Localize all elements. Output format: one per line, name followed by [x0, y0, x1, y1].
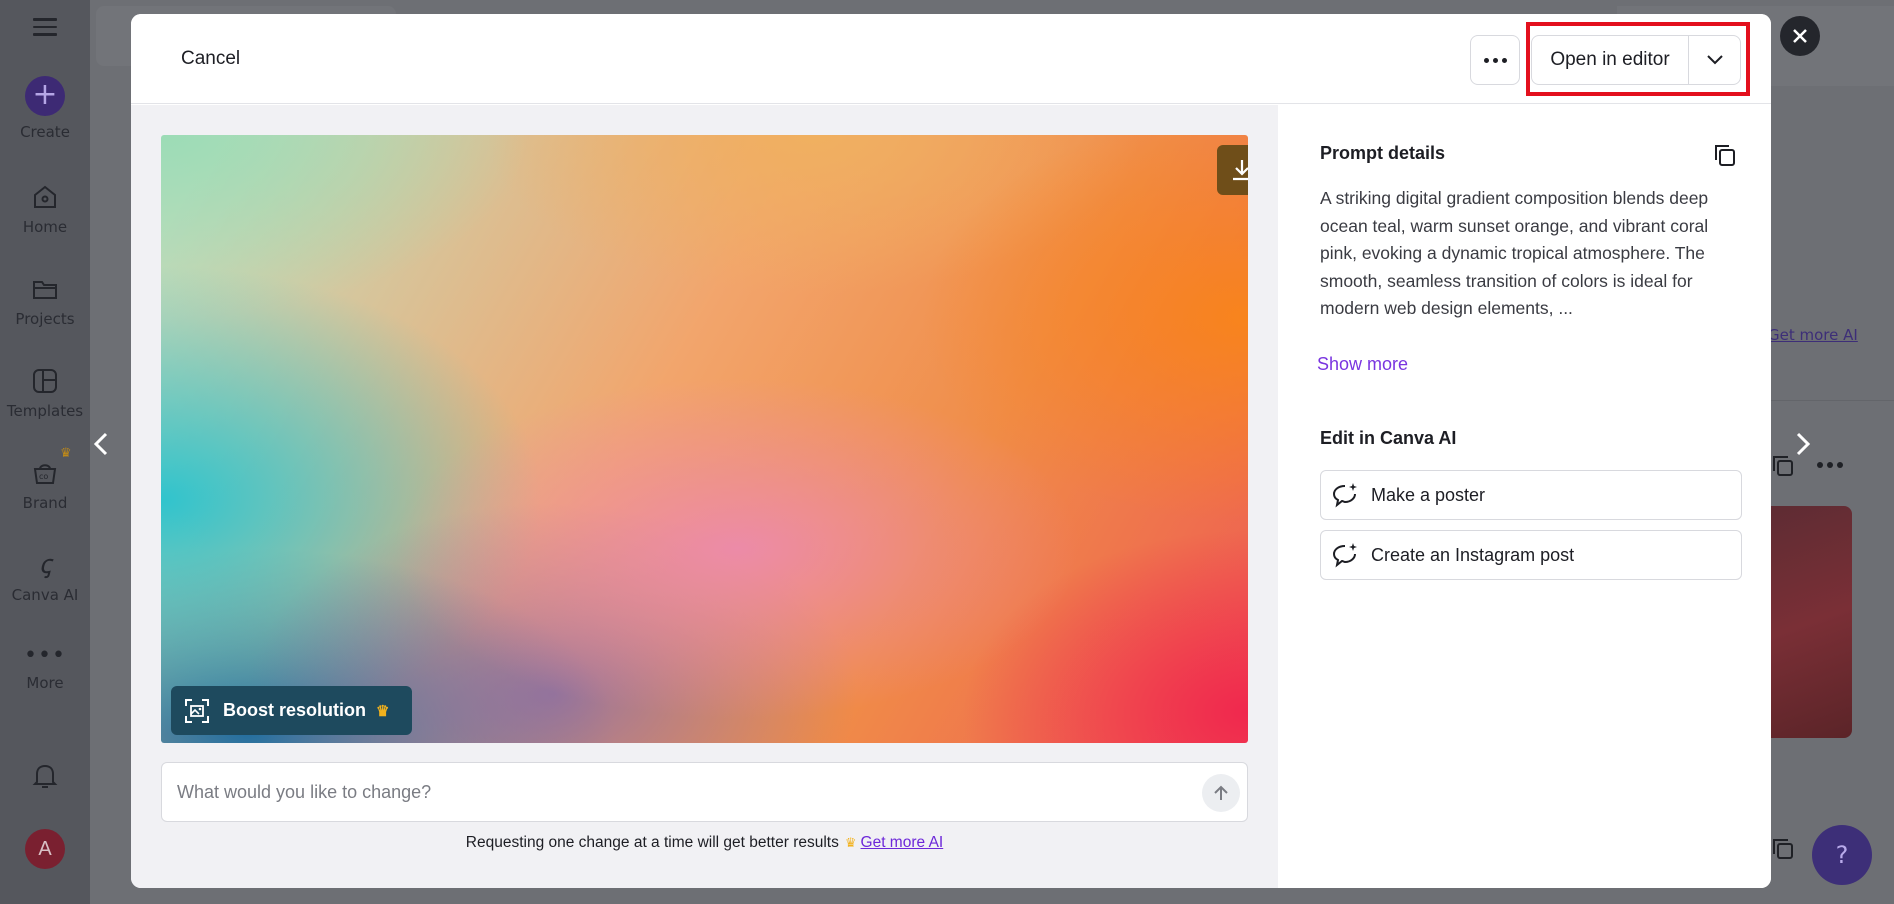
action-label: Create an Instagram post	[1371, 544, 1575, 565]
create-instagram-post-button[interactable]: Create an Instagram post	[1320, 530, 1742, 580]
boost-resolution-label: Boost resolution	[223, 700, 366, 720]
crown-icon: ♛	[844, 835, 857, 850]
chat-sparkle-icon	[1332, 483, 1357, 508]
help-label: ?	[1835, 841, 1849, 869]
copy-icon[interactable]	[1711, 141, 1739, 169]
details-pane: Prompt details A striking digital gradie…	[1278, 105, 1771, 888]
sidebar-item-canva-ai[interactable]: ꞔ Canva AI	[0, 550, 90, 604]
sidebar-item-label: More	[26, 674, 64, 692]
more-options-button[interactable]	[1470, 35, 1520, 85]
sidebar-item-home[interactable]: Home	[0, 182, 90, 236]
sidebar-item-label: Create	[20, 123, 70, 141]
sidebar-item-brand[interactable]: co Brand ♛	[0, 446, 90, 512]
hint-text: Requesting one change at a time will get…	[465, 834, 839, 851]
edit-in-canva-ai-title: Edit in Canva AI	[1320, 428, 1457, 448]
chat-sparkle-icon	[1332, 543, 1357, 568]
generated-image: Boost resolution ♛	[161, 135, 1248, 743]
download-icon	[1233, 160, 1248, 181]
action-label: Make a poster	[1371, 484, 1486, 505]
sidebar-item-label: Home	[22, 218, 68, 236]
sidebar-item-label: Brand	[22, 494, 68, 512]
sidebar-item-label: Projects	[15, 310, 75, 328]
chevron-right-icon[interactable]	[1786, 428, 1818, 460]
change-request-box	[161, 762, 1248, 822]
folder-icon	[33, 281, 57, 299]
canva-ai-icon: ꞔ	[38, 550, 52, 580]
show-more-link[interactable]: Show more	[1317, 354, 1408, 375]
sidebar-item-create[interactable]: + Create	[0, 76, 90, 141]
close-icon	[1793, 29, 1807, 43]
crown-icon: ♛	[376, 702, 390, 720]
send-button[interactable]	[1202, 774, 1240, 812]
svg-text:co: co	[39, 472, 48, 481]
modal-header: Cancel Open in editor	[131, 14, 1771, 104]
download-button[interactable]	[1217, 145, 1248, 195]
crown-icon: ♛	[60, 446, 72, 461]
menu-icon[interactable]	[33, 18, 57, 38]
bell-icon[interactable]	[29, 760, 61, 792]
help-button[interactable]: ?	[1812, 825, 1872, 885]
prompt-text: A striking digital gradient composition …	[1320, 188, 1709, 318]
templates-icon	[33, 369, 57, 393]
brand-icon: co	[33, 464, 57, 484]
copy-icon[interactable]	[1770, 836, 1796, 862]
chevron-left-icon[interactable]	[86, 428, 118, 460]
get-more-ai-link-background[interactable]: Get more AI	[1768, 326, 1858, 344]
prompt-details-title: Prompt details	[1320, 143, 1446, 163]
sidebar-item-more[interactable]: ••• More	[0, 643, 90, 693]
avatar[interactable]: A	[25, 829, 65, 869]
boost-resolution-button[interactable]: Boost resolution ♛	[171, 686, 412, 735]
cancel-button[interactable]: Cancel	[181, 48, 240, 70]
image-preview-modal: Cancel Open in editor Boost resolution ♛	[131, 14, 1771, 888]
avatar-letter: A	[38, 838, 52, 860]
sidebar-item-label: Canva AI	[11, 586, 79, 604]
sidebar-item-projects[interactable]: Projects	[0, 274, 90, 328]
plus-icon: +	[25, 76, 65, 116]
highlight-box	[1526, 22, 1750, 96]
more-dots-icon: •••	[24, 643, 66, 668]
sidebar-item-label: Templates	[6, 402, 84, 420]
sidebar: + Create Home Projects Templates co Bran…	[0, 0, 90, 904]
sidebar-item-templates[interactable]: Templates	[0, 366, 90, 420]
make-poster-button[interactable]: Make a poster	[1320, 470, 1742, 520]
more-dots-icon	[1483, 57, 1489, 63]
background-thumbnail	[1768, 506, 1852, 738]
get-more-ai-link[interactable]: Get more AI	[861, 834, 944, 851]
more-dots-icon[interactable]	[1816, 460, 1844, 470]
close-button[interactable]	[1780, 16, 1820, 56]
preview-pane: Boost resolution ♛ Requesting one change…	[131, 105, 1278, 888]
hint-line: Requesting one change at a time will get…	[131, 834, 1278, 852]
change-request-input[interactable]	[177, 763, 1177, 821]
home-icon	[34, 185, 56, 208]
arrow-up-icon	[1214, 785, 1228, 800]
enhance-image-icon	[185, 698, 209, 723]
